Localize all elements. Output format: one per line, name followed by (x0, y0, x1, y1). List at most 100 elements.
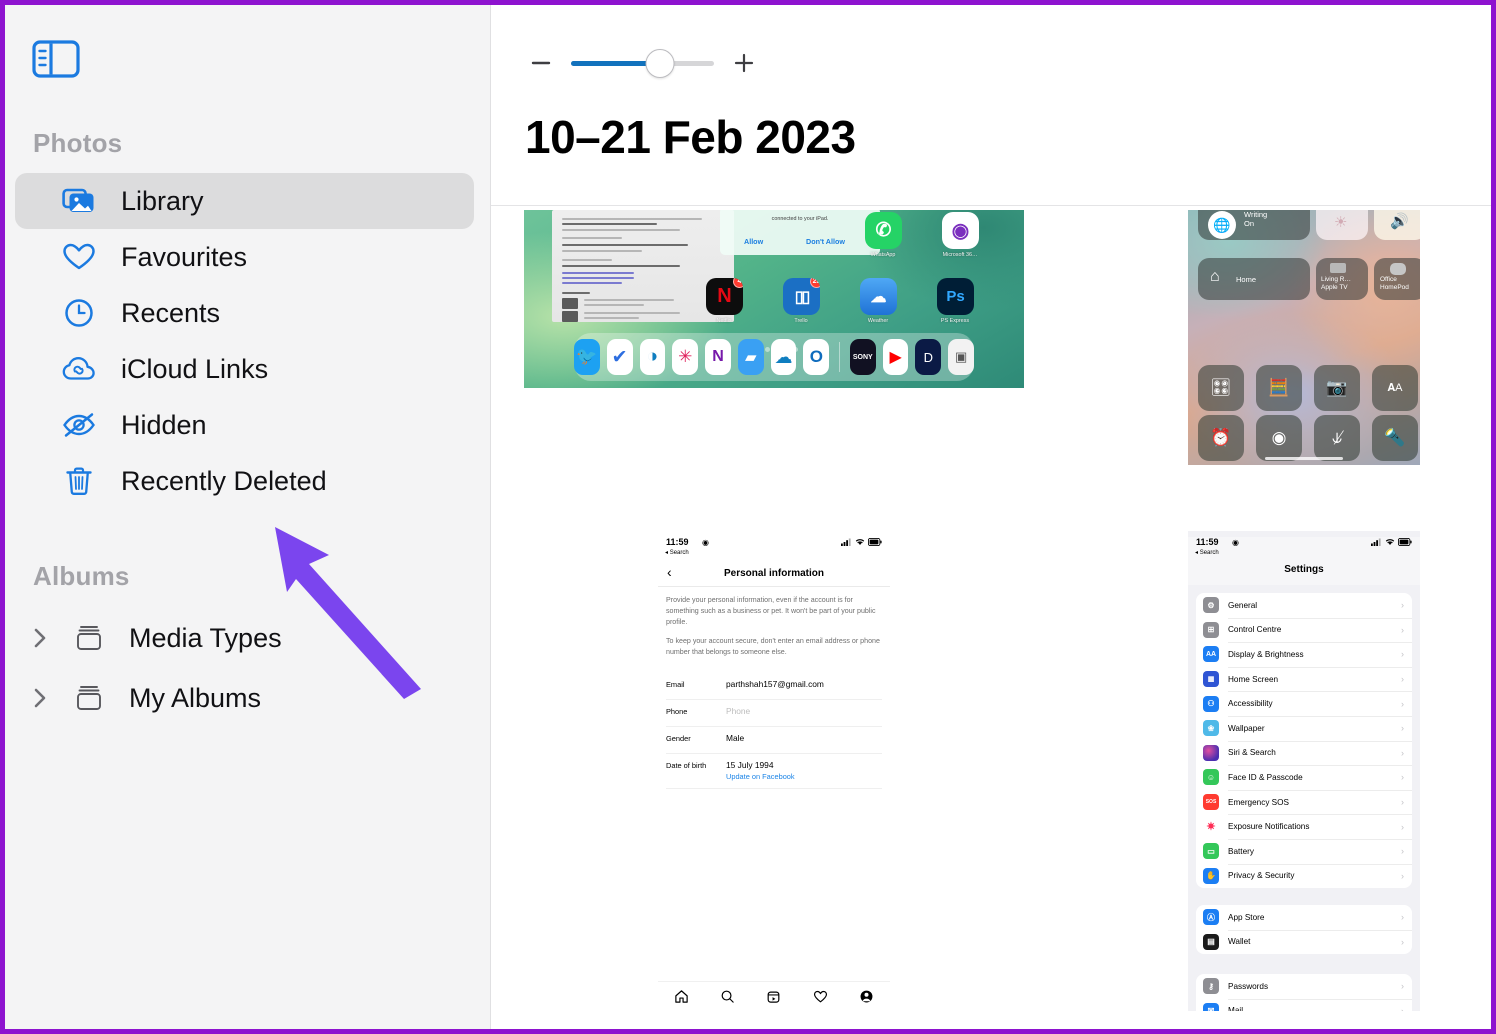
screen-record-icon[interactable]: ◉ (1256, 415, 1302, 461)
ios-status-bar: 11:59 ◉ ◂ Search (1188, 537, 1420, 559)
field-label: Gender (666, 734, 691, 743)
home-icon: ⌂ (1210, 268, 1220, 285)
settings-row-exposure-notifications[interactable]: ✷ Exposure Notifications › (1196, 814, 1412, 839)
slider-thumb[interactable] (645, 48, 675, 78)
settings-row-face-id-passcode[interactable]: ☺ Face ID & Passcode › (1196, 765, 1412, 790)
photo-thumbnail-ipad-home-screen[interactable]: connected to your iPad. Allow Don't Allo… (524, 210, 1024, 388)
reels-icon[interactable] (766, 989, 781, 1004)
ig-field-gender[interactable]: Gender Male (666, 728, 882, 754)
hearing-icon[interactable]: ⫝̸ (1314, 415, 1360, 461)
cc-tile-label: Writing On (1244, 210, 1268, 229)
status-time: 11:59 (666, 537, 689, 547)
settings-row-wallet[interactable]: ▤ Wallet › (1196, 929, 1412, 955)
chevron-right-icon: › (1401, 600, 1404, 611)
settings-row-label: Wallpaper (1228, 723, 1265, 733)
ig-field-phone[interactable]: Phone Phone (666, 701, 882, 727)
battery-icon (868, 538, 882, 546)
globe-icon: 🌐 (1208, 211, 1236, 239)
settings-row-emergency-sos[interactable]: SOS Emergency SOS › (1196, 789, 1412, 815)
settings-group-1: ⚙ General › ⊞ Control Centre › AA Displa… (1196, 593, 1412, 889)
settings-row-siri-search[interactable]: Siri & Search › (1196, 740, 1412, 766)
settings-row-battery[interactable]: ▭ Battery › (1196, 838, 1412, 864)
settings-row-app-store[interactable]: Ⓐ App Store › (1196, 905, 1412, 930)
photos-app-window: Photos Library Favourites Recents iCloud… (0, 0, 1496, 1034)
dock-app-edge: ◑ (639, 339, 666, 375)
sidebar-item-label: Recents (121, 297, 221, 328)
settings-row-general[interactable]: ⚙ General › (1196, 593, 1412, 618)
photo-thumbnail-personal-information[interactable]: 11:59 ◉ ◂ Search ‹ Personal information … (658, 531, 890, 1011)
sidebar-item-recents[interactable]: Recents (15, 285, 474, 341)
heart-icon[interactable] (813, 989, 828, 1004)
display-brightness-icon: AA (1203, 646, 1219, 663)
sidebar-toggle-button[interactable] (31, 35, 85, 83)
flashlight-icon[interactable]: 🔦 (1372, 415, 1418, 461)
sidebar-item-library[interactable]: Library (15, 173, 474, 229)
ipad-app-label: Microsoft 36… (942, 252, 978, 258)
sidebar-item-favourites[interactable]: Favourites (15, 229, 474, 285)
sidebar-item-recently-deleted[interactable]: Recently Deleted (15, 453, 474, 509)
ig-nav-title: Personal information (723, 567, 824, 579)
camera-icon[interactable]: 📷 (1314, 365, 1360, 411)
ios-status-bar: 11:59 ◉ ◂ Search (658, 537, 890, 559)
photo-thumbnail-ios-settings[interactable]: 11:59 ◉ ◂ Search Settings ⚙ General › ⊞ … (1188, 531, 1420, 1011)
signal-icon (841, 538, 851, 546)
remote-icon[interactable]: 🎛 (1198, 365, 1244, 411)
field-label: Phone (666, 707, 688, 716)
chevron-right-icon[interactable] (27, 685, 53, 711)
sidebar-item-icloud-links[interactable]: iCloud Links (15, 341, 474, 397)
search-icon[interactable] (720, 989, 735, 1004)
settings-row-label: Passwords (1228, 981, 1269, 991)
heart-icon (59, 239, 99, 275)
sidebar-item-hidden[interactable]: Hidden (15, 397, 474, 453)
sidebar-toggle-icon (32, 40, 80, 78)
zoom-in-button[interactable] (727, 46, 761, 80)
settings-row-home-screen[interactable]: ▦ Home Screen › (1196, 666, 1412, 692)
dialog-dont-allow-button[interactable]: Don't Allow (806, 237, 845, 246)
ig-field-date-of-birth[interactable]: Date of birth 15 July 1994 Update on Fac… (666, 755, 882, 789)
sidebar-item-label: Hidden (121, 409, 207, 440)
calculator-icon[interactable]: 🧮 (1256, 365, 1302, 411)
dock-app-twitter: 🐦 (573, 339, 600, 375)
chevron-right-icon: › (1401, 936, 1404, 947)
settings-row-label: Display & Brightness (1228, 649, 1304, 659)
settings-row-accessibility[interactable]: ⚇ Accessibility › (1196, 691, 1412, 716)
sidebar-item-label: My Albums (129, 682, 262, 713)
dock-app-onedrive: ☁ (770, 339, 797, 375)
app-store-icon: Ⓐ (1203, 909, 1219, 926)
settings-row-label: App Store (1228, 912, 1265, 922)
ig-field-email[interactable]: Email parthshah157@gmail.com (666, 674, 882, 700)
settings-row-mail[interactable]: ✉ Mail › (1196, 998, 1412, 1011)
dock-app-todoist: ✔ (606, 339, 633, 375)
text-size-icon[interactable]: 𝐀A (1372, 365, 1418, 411)
status-icons (1371, 538, 1412, 546)
zoom-slider[interactable] (571, 48, 714, 78)
sidebar-item-media-types[interactable]: Media Types (5, 608, 490, 668)
profile-icon[interactable] (859, 989, 874, 1004)
home-icon[interactable] (674, 989, 689, 1004)
mail-icon: ✉ (1203, 1002, 1219, 1011)
sidebar-item-label: Library (121, 185, 204, 216)
update-on-facebook-link[interactable]: Update on Facebook (726, 772, 795, 781)
dialog-allow-button[interactable]: Allow (744, 237, 763, 246)
page-title: 10–21 Feb 2023 (525, 111, 856, 163)
dock-app-folder: ▣ (948, 339, 975, 375)
cc-tile-label: Living R… Apple TV (1321, 276, 1351, 292)
chevron-right-icon: › (1401, 1005, 1404, 1011)
settings-row-wallpaper[interactable]: ❀ Wallpaper › (1196, 715, 1412, 741)
main-content: 10–21 Feb 2023 connected to your iPad. A… (491, 5, 1491, 1029)
settings-row-privacy-security[interactable]: ✋ Privacy & Security › (1196, 863, 1412, 889)
settings-row-passwords[interactable]: ⚷ Passwords › (1196, 974, 1412, 999)
chevron-right-icon: › (1401, 723, 1404, 734)
photo-thumbnail-control-centre[interactable]: 🌐 Writing On ☀ 🔊 ⌂ Home Living R… Apple … (1188, 210, 1420, 465)
alarm-icon[interactable]: ⏰ (1198, 415, 1244, 461)
chevron-right-icon[interactable] (27, 625, 53, 651)
ig-paragraph: Provide your personal information, even … (666, 596, 876, 626)
chevron-right-icon: › (1401, 698, 1404, 709)
settings-row-label: Face ID & Passcode (1228, 772, 1303, 782)
sidebar-item-label: Media Types (129, 622, 282, 653)
settings-row-control-centre[interactable]: ⊞ Control Centre › (1196, 617, 1412, 643)
status-back-to-search: ◂ Search (1195, 550, 1219, 556)
settings-row-display-brightness[interactable]: AA Display & Brightness › (1196, 642, 1412, 667)
zoom-out-button[interactable] (524, 46, 558, 80)
sidebar-item-my-albums[interactable]: My Albums (5, 668, 490, 728)
